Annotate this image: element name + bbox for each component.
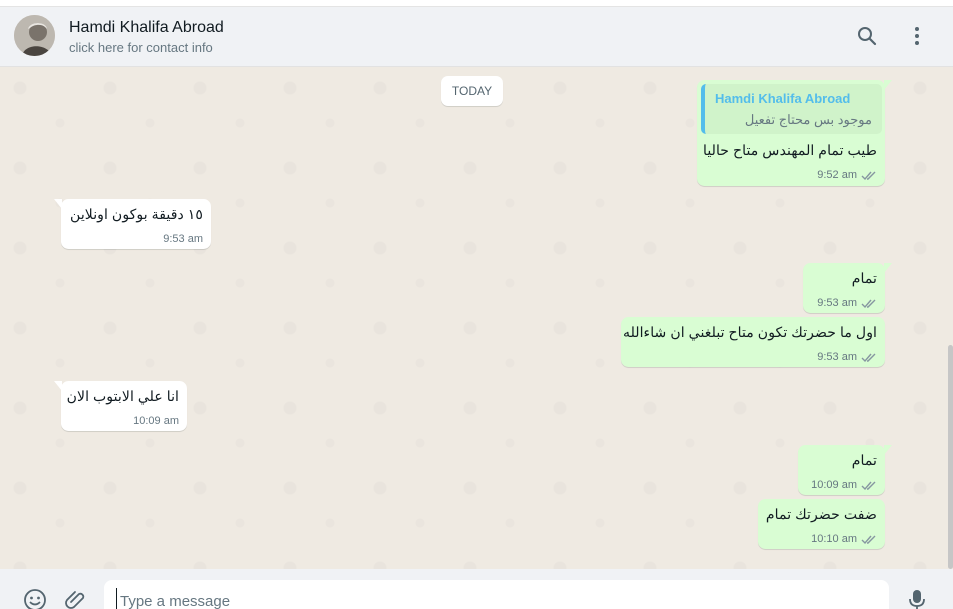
emoji-button[interactable] bbox=[22, 587, 48, 609]
message-text: تمام bbox=[851, 453, 877, 469]
search-button[interactable] bbox=[854, 23, 880, 49]
message-time: 9:53 am bbox=[817, 297, 857, 309]
bubble-tail bbox=[884, 263, 892, 273]
message-time: 9:53 am bbox=[163, 233, 203, 245]
scrollbar[interactable] bbox=[948, 345, 953, 569]
bubble-tail bbox=[54, 381, 62, 391]
window-top-edge bbox=[0, 0, 953, 7]
message-time: 9:52 am bbox=[817, 169, 857, 181]
contact-name[interactable]: Hamdi Khalifa Abroad bbox=[69, 19, 224, 37]
paperclip-icon bbox=[65, 591, 85, 609]
message-time: 10:09 am bbox=[133, 415, 179, 427]
message-meta: 10:10 am bbox=[811, 533, 877, 545]
message-time: 10:10 am bbox=[811, 533, 857, 545]
search-icon bbox=[858, 27, 877, 46]
avatar[interactable] bbox=[14, 15, 55, 56]
message-meta: 10:09 am bbox=[811, 479, 877, 491]
message-text: طيب تمام المهندس متاح حاليا bbox=[703, 143, 877, 159]
double-check-icon bbox=[861, 481, 876, 490]
bubble-tail bbox=[884, 445, 892, 455]
bubble-tail bbox=[884, 80, 892, 90]
message-meta: 9:52 am bbox=[817, 169, 877, 181]
message-meta: 10:09 am bbox=[133, 415, 179, 427]
voice-message-button[interactable] bbox=[904, 587, 930, 609]
message-meta: 9:53 am bbox=[163, 233, 203, 245]
chat-header[interactable]: Hamdi Khalifa Abroad click here for cont… bbox=[0, 7, 953, 67]
message-meta: 9:53 am bbox=[817, 351, 877, 363]
double-check-icon bbox=[861, 535, 876, 544]
message-text: انا علي الابتوب الان bbox=[66, 389, 179, 405]
message-bubble-outgoing[interactable]: اول ما حضرتك تكون متاح تبلغني ان شاءالله… bbox=[621, 317, 885, 367]
menu-dots-icon bbox=[915, 27, 919, 45]
quoted-author: Hamdi Khalifa Abroad bbox=[715, 91, 851, 106]
message-time: 10:09 am bbox=[811, 479, 857, 491]
composer-bar bbox=[0, 569, 953, 609]
message-bubble-incoming[interactable]: ١٥ دقيقة بوكون اونلاين 9:53 am bbox=[54, 199, 211, 249]
emoji-icon bbox=[24, 589, 46, 609]
message-text: اول ما حضرتك تكون متاح تبلغني ان شاءالله bbox=[622, 325, 877, 341]
attach-button[interactable] bbox=[63, 587, 89, 609]
message-bubble-outgoing[interactable]: ضفت حضرتك تمام 10:10 am bbox=[758, 499, 885, 549]
message-bubble-outgoing[interactable]: تمام 10:09 am bbox=[798, 445, 892, 495]
microphone-icon bbox=[909, 590, 925, 609]
double-check-icon bbox=[861, 353, 876, 362]
contact-info-link[interactable]: click here for contact info bbox=[69, 40, 213, 55]
bubble-tail bbox=[54, 199, 62, 209]
message-input[interactable] bbox=[116, 588, 876, 609]
quoted-message[interactable]: Hamdi Khalifa Abroad موجود بس محتاج تفعي… bbox=[701, 84, 882, 134]
double-check-icon bbox=[861, 171, 876, 180]
message-text: تمام bbox=[851, 271, 877, 287]
message-bubble-outgoing[interactable]: Hamdi Khalifa Abroad موجود بس محتاج تفعي… bbox=[697, 80, 892, 186]
day-divider: TODAY bbox=[441, 76, 503, 106]
message-text: ١٥ دقيقة بوكون اونلاين bbox=[70, 207, 203, 223]
message-meta: 9:53 am bbox=[817, 297, 877, 309]
message-composer[interactable] bbox=[104, 580, 889, 609]
message-bubble-incoming[interactable]: انا علي الابتوب الان 10:09 am bbox=[54, 381, 187, 431]
menu-button[interactable] bbox=[904, 23, 930, 49]
message-text: ضفت حضرتك تمام bbox=[765, 507, 877, 523]
message-bubble-outgoing[interactable]: تمام 9:53 am bbox=[803, 263, 892, 313]
message-time: 9:53 am bbox=[817, 351, 857, 363]
double-check-icon bbox=[861, 299, 876, 308]
quoted-text: موجود بس محتاج تفعيل bbox=[744, 112, 872, 127]
